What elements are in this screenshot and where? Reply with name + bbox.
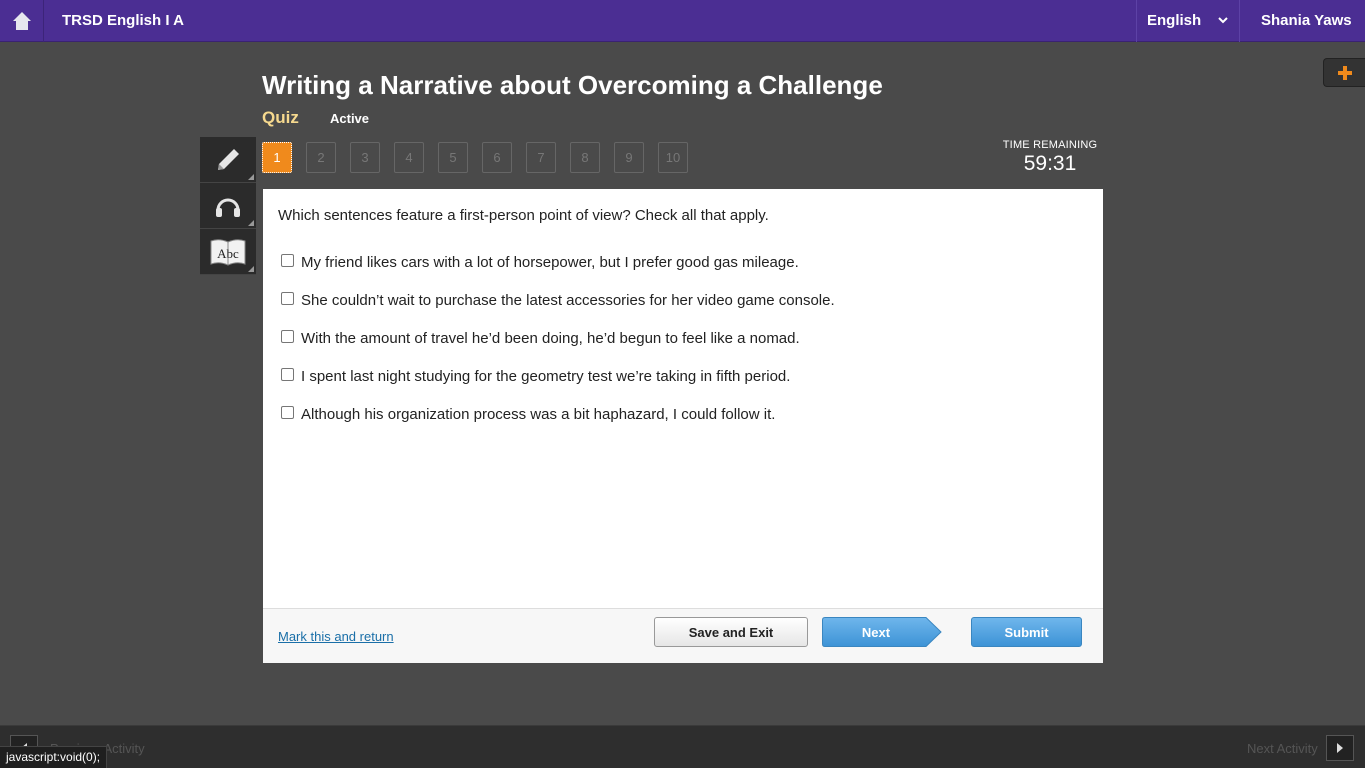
question-nav: 1 2 3 4 5 6 7 8 9 10 xyxy=(262,142,688,173)
language-select[interactable]: English xyxy=(1136,0,1240,42)
question-nav-4[interactable]: 4 xyxy=(394,142,424,173)
answer-checkbox[interactable] xyxy=(281,253,294,267)
svg-text:Abc: Abc xyxy=(217,246,239,261)
activity-type: Quiz xyxy=(262,108,299,127)
answer-checkbox[interactable] xyxy=(281,291,294,305)
question-panel: Which sentences feature a first-person p… xyxy=(263,189,1103,663)
question-prompt: Which sentences feature a first-person p… xyxy=(278,207,769,224)
question-nav-8[interactable]: 8 xyxy=(570,142,600,173)
pencil-tool-button[interactable] xyxy=(200,137,256,183)
top-bar: TRSD English I A English Shania Yaws xyxy=(0,0,1365,42)
question-nav-3[interactable]: 3 xyxy=(350,142,380,173)
submit-button[interactable]: Submit xyxy=(971,617,1082,647)
answer-text: With the amount of travel he’d been doin… xyxy=(301,329,800,347)
answer-text: My friend likes cars with a lot of horse… xyxy=(301,253,799,271)
answer-option[interactable]: Although his organization process was a … xyxy=(281,395,835,433)
question-nav-9[interactable]: 9 xyxy=(614,142,644,173)
home-button[interactable] xyxy=(0,0,44,42)
answer-text: She couldn’t wait to purchase the latest… xyxy=(301,291,835,309)
next-activity-button[interactable] xyxy=(1326,735,1354,761)
answer-option[interactable]: She couldn’t wait to purchase the latest… xyxy=(281,281,835,319)
user-menu[interactable]: Shania Yaws xyxy=(1261,12,1352,29)
mark-and-return-link[interactable]: Mark this and return xyxy=(278,629,394,644)
answer-checkbox[interactable] xyxy=(281,367,294,381)
answer-option[interactable]: With the amount of travel he’d been doin… xyxy=(281,319,835,357)
timer-label: TIME REMAINING xyxy=(1002,139,1098,151)
answer-text: Although his organization process was a … xyxy=(301,405,776,423)
next-button[interactable]: Next xyxy=(822,617,942,647)
plus-icon xyxy=(1337,65,1352,80)
answer-text: I spent last night studying for the geom… xyxy=(301,367,791,385)
question-nav-2[interactable]: 2 xyxy=(306,142,336,173)
next-activity-label[interactable]: Next Activity xyxy=(1247,741,1318,756)
dictionary-tool-button[interactable]: Abc xyxy=(200,229,256,275)
question-nav-1[interactable]: 1 xyxy=(262,142,292,173)
language-label: English xyxy=(1147,12,1202,29)
question-nav-5[interactable]: 5 xyxy=(438,142,468,173)
bottom-bar: Previous Activity Next Activity xyxy=(0,725,1365,768)
chevron-down-icon xyxy=(1218,17,1228,24)
answer-options: My friend likes cars with a lot of horse… xyxy=(281,243,835,433)
tool-panel: Abc xyxy=(200,137,256,275)
timer-value: 59:31 xyxy=(1023,152,1077,175)
question-nav-7[interactable]: 7 xyxy=(526,142,556,173)
answer-checkbox[interactable] xyxy=(281,329,294,343)
answer-option[interactable]: My friend likes cars with a lot of horse… xyxy=(281,243,835,281)
headphones-icon xyxy=(216,198,240,217)
home-icon xyxy=(12,12,31,30)
question-footer: Mark this and return Save and Exit Next … xyxy=(263,608,1103,663)
audio-tool-button[interactable] xyxy=(200,183,256,229)
save-and-exit-button[interactable]: Save and Exit xyxy=(654,617,808,647)
dictionary-icon: Abc xyxy=(210,238,246,266)
timer: TIME REMAINING 59:31 xyxy=(990,139,1110,176)
next-button-label: Next xyxy=(861,624,891,640)
activity-status: Active xyxy=(330,111,370,126)
chevron-right-icon xyxy=(1337,743,1343,753)
pencil-icon xyxy=(218,148,239,170)
answer-checkbox[interactable] xyxy=(281,405,294,419)
course-title[interactable]: TRSD English I A xyxy=(62,12,184,29)
answer-option[interactable]: I spent last night studying for the geom… xyxy=(281,357,835,395)
page-title: Writing a Narrative about Overcoming a C… xyxy=(262,70,883,100)
expand-tools-button[interactable] xyxy=(1323,58,1365,87)
question-nav-10[interactable]: 10 xyxy=(658,142,688,173)
question-nav-6[interactable]: 6 xyxy=(482,142,512,173)
status-bar-url: javascript:void(0); xyxy=(0,746,108,768)
